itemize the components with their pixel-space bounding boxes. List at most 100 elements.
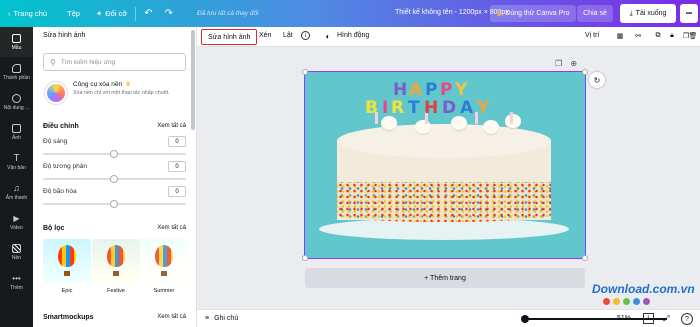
more-options-button[interactable]: •••: [680, 4, 698, 23]
star-icon: ✦: [95, 9, 103, 18]
cream-rosette: [415, 120, 431, 134]
rail-item-text[interactable]: T Văn bản: [0, 147, 33, 177]
add-page-icon[interactable]: ⊕: [570, 59, 577, 68]
slider-handle[interactable]: [110, 150, 118, 158]
copy-page-icon[interactable]: ❐: [555, 59, 562, 68]
resize-handle[interactable]: [302, 69, 308, 75]
top-bar: ‹ Trang chủ Tệp ✦ Đổi cỡ ↶ ↷ Đã lưu tất …: [0, 0, 700, 27]
rail-item-more[interactable]: ••• Thêm: [0, 267, 33, 297]
slider-value-input[interactable]: 0: [168, 161, 186, 172]
balloon-image: [107, 245, 125, 267]
home-button[interactable]: ‹ Trang chủ: [0, 9, 53, 18]
filter-label: Festive: [107, 288, 125, 294]
candle-letter: A: [409, 80, 423, 100]
slider-value-input[interactable]: 0: [168, 186, 186, 197]
fullscreen-icon[interactable]: ⤢: [663, 314, 669, 324]
filter-label: Summer: [153, 288, 175, 294]
more-label: •••: [685, 10, 693, 17]
rail-item-templates[interactable]: Mẫu: [0, 27, 33, 57]
candle: [510, 112, 513, 124]
panel-scrollbar[interactable]: [191, 30, 195, 130]
rail-item-photos[interactable]: Ảnh: [0, 117, 33, 147]
more-icon: •••: [12, 273, 21, 283]
effects-search-input[interactable]: ⚲ Tìm kiếm hiệu ứng: [43, 53, 186, 71]
rail-item-uploads[interactable]: Nội dung ...: [0, 87, 33, 117]
help-button[interactable]: ?: [681, 313, 693, 325]
notes-button[interactable]: ≡ Ghi chú: [205, 315, 238, 322]
candle-letter: P: [425, 80, 438, 100]
trash-icon[interactable]: 🗑︎: [688, 31, 698, 41]
dot: [633, 298, 640, 305]
slider-handle[interactable]: [110, 200, 118, 208]
slider-value-input[interactable]: 0: [168, 136, 186, 147]
edit-image-button[interactable]: Sửa hình ảnh: [201, 29, 258, 45]
background-remover-thumbnail: [45, 82, 67, 104]
basket-image: [161, 271, 167, 276]
filter-epic[interactable]: Epic: [43, 239, 91, 294]
share-label: Chia sẻ: [583, 10, 607, 17]
filter-thumbnail: [92, 239, 140, 283]
dot: [603, 298, 610, 305]
position-button[interactable]: Vị trí: [585, 32, 599, 39]
rail-item-background[interactable]: Nền: [0, 237, 33, 267]
side-rail: Mẫu Thành phần Nội dung ... Ảnh T Văn bả…: [0, 27, 33, 327]
crown-icon: ♛: [125, 81, 131, 88]
filters-see-all-link[interactable]: Xem tất cả: [157, 225, 186, 231]
filter-festive[interactable]: Festive: [92, 239, 140, 294]
add-page-label: + Thêm trang: [424, 274, 466, 282]
download-button[interactable]: ⤓ Tải xuống: [620, 4, 676, 23]
resize-handle[interactable]: [302, 255, 308, 261]
contrast-slider[interactable]: Độ tương phản 0: [43, 161, 186, 183]
help-label: ?: [685, 315, 689, 323]
rail-item-elements[interactable]: Thành phần: [0, 57, 33, 87]
resize-label: Đổi cỡ: [105, 9, 128, 18]
rail-label: Ảnh: [12, 134, 21, 141]
info-icon[interactable]: i: [301, 31, 310, 40]
resize-handle[interactable]: [582, 69, 588, 75]
slider-handle[interactable]: [110, 175, 118, 183]
add-page-button[interactable]: + Thêm trang: [305, 268, 585, 288]
duplicate-icon[interactable]: ⧉: [653, 31, 663, 41]
link-icon[interactable]: ⚯: [633, 31, 643, 41]
photo-icon: [12, 123, 21, 133]
candle-letter: H: [393, 80, 408, 100]
zoom-value[interactable]: 51%: [617, 315, 631, 322]
redo-icon: ↷: [164, 8, 174, 19]
zoom-handle[interactable]: [521, 315, 529, 323]
background-remover-tool[interactable]: Công cụ xóa nền ♛ Xóa nền chỉ với một tha…: [43, 80, 186, 108]
transparency-icon[interactable]: ▦: [615, 31, 625, 41]
filter-thumbnail: [140, 239, 188, 283]
rail-item-audio[interactable]: ♫ Âm thanh: [0, 177, 33, 207]
file-menu[interactable]: Tệp: [61, 9, 86, 18]
saved-status: Đã lưu tất cả thay đổi: [197, 10, 259, 17]
candle-letter: Y: [477, 98, 490, 118]
redo-button[interactable]: ↷: [159, 8, 179, 19]
resize-handle[interactable]: [582, 255, 588, 261]
adjust-see-all-link[interactable]: Xem tất cả: [157, 123, 186, 129]
birthday-cake-image[interactable]: H A P P Y B I R T H D A Y: [304, 71, 586, 259]
try-pro-button[interactable]: ♛ Dùng thử Canva Pro: [490, 5, 576, 22]
candle-letter: D: [442, 98, 457, 118]
saturation-slider[interactable]: Độ bão hòa 0: [43, 186, 186, 208]
slider-label: Độ tương phản: [43, 163, 88, 170]
lock-icon[interactable]: 🔒︎: [667, 31, 677, 41]
filter-summer[interactable]: Summer: [140, 239, 188, 294]
candle-letter: P: [440, 80, 453, 100]
undo-icon: ↶: [144, 8, 153, 19]
crop-button[interactable]: Xén: [259, 32, 271, 39]
background-icon: [12, 243, 21, 253]
flip-button[interactable]: Lật: [283, 32, 293, 39]
rail-label: Mẫu: [11, 44, 22, 51]
brightness-slider[interactable]: Độ sáng 0: [43, 136, 186, 158]
undo-button[interactable]: ↶: [138, 8, 158, 19]
page-number-button[interactable]: 1: [643, 313, 654, 324]
adjust-section-title: Điều chỉnh: [43, 123, 79, 130]
rail-item-video[interactable]: ▶ Video: [0, 207, 33, 237]
watermark-logo: Download.com.vn: [592, 282, 695, 296]
rotate-button[interactable]: ↻: [589, 72, 605, 88]
smartmockups-see-all-link[interactable]: Xem tất cả: [157, 314, 186, 320]
notes-icon: ≡: [205, 315, 210, 322]
resize-button[interactable]: ✦ Đổi cỡ: [90, 9, 133, 18]
share-button[interactable]: Chia sẻ: [577, 5, 613, 22]
animate-button[interactable]: Hình động: [337, 32, 369, 39]
